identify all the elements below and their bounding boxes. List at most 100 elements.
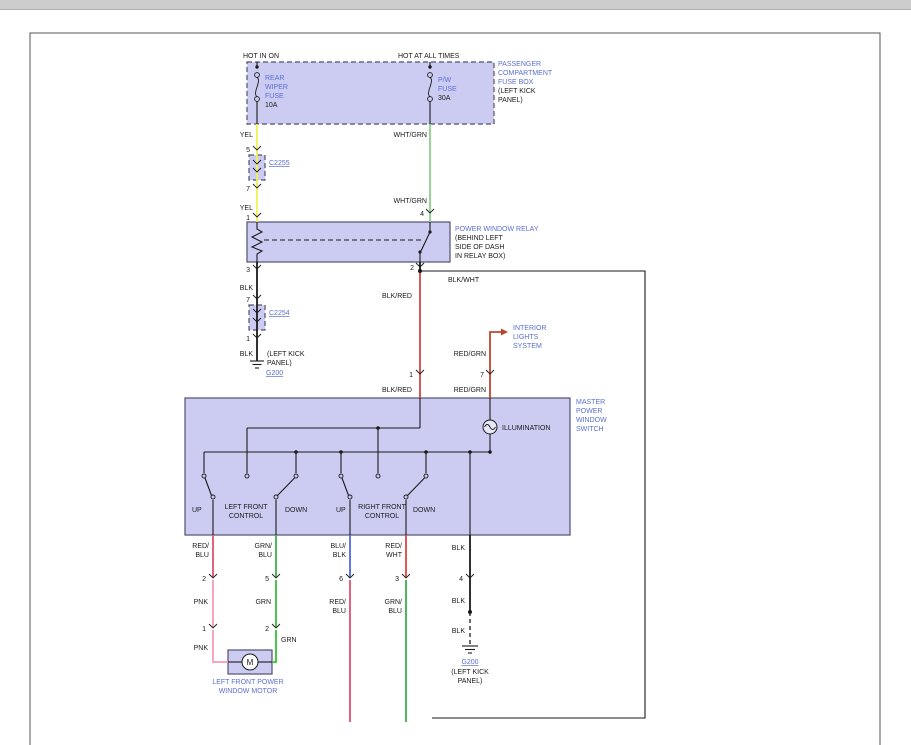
interior-lights-system-link[interactable]: SYSTEM (513, 343, 542, 350)
pin-number: 1 (246, 336, 250, 343)
switch-position-label: DOWN (413, 507, 435, 514)
wire-color-label: WHT/GRN (394, 198, 427, 205)
wiper-circle-4 (404, 495, 408, 499)
pin-number: 2 (202, 576, 206, 583)
switch-group-label: CONTROL (365, 513, 399, 520)
window-chrome-bar (0, 0, 911, 9)
contact-circle-3 (294, 474, 298, 478)
feed-left-label: HOT IN ON (243, 53, 279, 60)
master-switch-title: POWER (576, 408, 602, 415)
wire-color-label: YEL (240, 205, 253, 212)
fuse2-terminal-dot (428, 65, 431, 68)
gnd-bus-dot-3 (424, 450, 428, 454)
wire-color-label: BLK/RED (382, 387, 412, 394)
ground-g200-link[interactable]: G200 (461, 659, 478, 666)
labels: HOT IN ON HOT AT ALL TIMES REAR WIPER FU… (192, 53, 607, 695)
pin-number: 4 (420, 211, 424, 218)
gnd-bus-dot-2 (339, 450, 343, 454)
wire-color-label: RED/ (385, 543, 402, 550)
wire-color-label: RED/GRN (454, 351, 486, 358)
switch-group-label: LEFT FRONT (224, 504, 268, 511)
motor-title: WINDOW MOTOR (219, 688, 278, 695)
redgrn-wire (490, 332, 501, 398)
fuse1-terminal-dot (255, 65, 258, 68)
master-switch-title: WINDOW (576, 417, 607, 424)
pin-number: 5 (246, 147, 250, 154)
switch-position-label: UP (336, 507, 346, 514)
ground-symbol-left (250, 361, 264, 368)
wire-color-label: RED/GRN (454, 387, 486, 394)
switch-group-label: RIGHT FRONT (358, 504, 406, 511)
relay-contact-out-dot (418, 250, 421, 253)
master-switch-title: SWITCH (576, 426, 604, 433)
interior-lights-system-link[interactable]: LIGHTS (513, 334, 539, 341)
relay-location: (BEHIND LEFT (455, 235, 504, 242)
relay-title: POWER WINDOW RELAY (455, 226, 539, 233)
fuse1-rating: 10A (265, 102, 278, 109)
wire-color-label: WHT (386, 552, 403, 559)
wire-color-label: PNK (194, 645, 209, 652)
fuse2-rating: 30A (438, 95, 451, 102)
wiper-circle-3 (348, 495, 352, 499)
connector-c2254-link[interactable]: C2254 (269, 310, 290, 317)
connector-c2255-link[interactable]: C2255 (269, 160, 290, 167)
interior-lights-system-link[interactable]: INTERIOR (513, 325, 546, 332)
ground-g200-link[interactable]: G200 (266, 370, 283, 377)
contact-circle-2 (245, 474, 249, 478)
ground-location: (LEFT KICK (267, 351, 305, 358)
wire-color-label: BLK (240, 285, 254, 292)
blk-splice-dot (468, 610, 472, 614)
contact-circle-6 (424, 474, 428, 478)
master-switch-title: MASTER (576, 399, 605, 406)
pnk-wire-to-motor (213, 630, 228, 662)
wire-color-label: WHT/GRN (394, 132, 427, 139)
pin-number: 1 (409, 372, 413, 379)
illumination-label: ILLUMINATION (502, 425, 551, 432)
ground-location: PANEL) (458, 678, 483, 685)
wire-color-label: BLU (195, 552, 209, 559)
pin-number: 3 (395, 576, 399, 583)
contact-circle-5 (376, 474, 380, 478)
wire-color-label: RED/ (192, 543, 209, 550)
fuse2-name: P/W (438, 77, 452, 84)
wire-color-label: BLK (452, 628, 466, 635)
fuse2-name: FUSE (438, 86, 457, 93)
blkwht-junction-dot (418, 269, 422, 273)
fuse-box-title: COMPARTMENT (498, 70, 553, 77)
gnd-bus-dot-5 (488, 450, 492, 454)
pin-number: 7 (480, 372, 484, 379)
wire-color-label: BLU (388, 608, 402, 615)
fuse-box-location: (LEFT KICK (498, 88, 536, 95)
wire-color-label: BLK (452, 545, 466, 552)
ground-location: PANEL) (267, 360, 292, 367)
contact-circle-4 (339, 474, 343, 478)
fuse1-name: WIPER (265, 84, 288, 91)
wiper-circle-1 (211, 495, 215, 499)
wiper-circle-2 (274, 495, 278, 499)
relay-location: IN RELAY BOX) (455, 253, 505, 260)
fuse2-bottom-circle (428, 97, 433, 102)
wire-color-label: GRN/ (385, 599, 403, 606)
fuse1-bottom-circle (255, 97, 260, 102)
wire-color-label: BLK/WHT (448, 277, 480, 284)
motor-symbol-label: M (247, 658, 254, 667)
contact-circle-1 (202, 474, 206, 478)
wire-color-label: YEL (240, 132, 253, 139)
wire-color-label: RED/ (329, 599, 346, 606)
interior-lights-arrow-icon (501, 329, 508, 336)
pin-number: 1 (202, 626, 206, 633)
grn-wire-to-motor (272, 630, 276, 662)
relay-location: SIDE OF DASH (455, 244, 504, 251)
fuse1-name: FUSE (265, 93, 284, 100)
pin-number: 2 (265, 626, 269, 633)
pin-number: 2 (410, 265, 414, 272)
relay-contact-in-dot (428, 230, 431, 233)
switch-position-label: UP (192, 507, 202, 514)
switch-group-label: CONTROL (229, 513, 263, 520)
fuse1-name: REAR (265, 75, 284, 82)
power-bus-dot (376, 426, 380, 430)
wire-color-label: BLU (332, 608, 346, 615)
wire-color-label: PNK (194, 599, 209, 606)
wire-color-label: GRN (255, 599, 271, 606)
pin-number: 7 (246, 297, 250, 304)
